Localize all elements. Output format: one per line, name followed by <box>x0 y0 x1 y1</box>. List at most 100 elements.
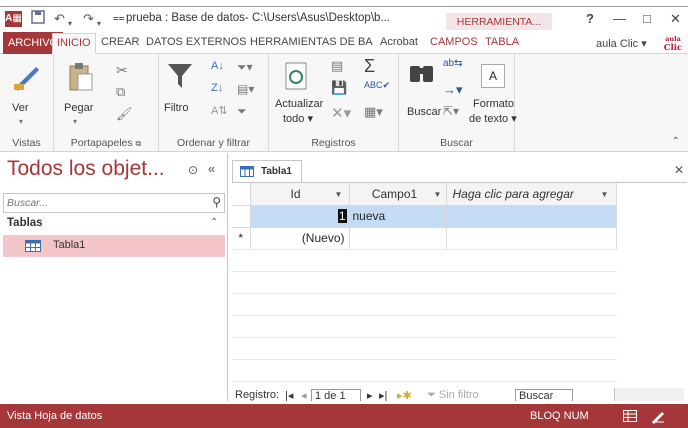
group-label-vistas: Vistas <box>12 137 41 149</box>
nav-group-collapse-icon[interactable]: ⌃ <box>210 217 218 228</box>
cell-campo1[interactable]: nueva <box>349 205 447 228</box>
nav-group-tablas[interactable]: Tablas <box>7 217 43 229</box>
design-view-icon[interactable] <box>650 408 666 424</box>
nav-search-input[interactable] <box>4 194 199 212</box>
paste-dropdown-icon[interactable]: ▾ <box>73 117 77 126</box>
column-dropdown-icon[interactable]: ▼ <box>434 190 442 199</box>
tab-crear[interactable]: CREAR <box>97 33 144 54</box>
navigation-pane: Todos los objet... ⊙ « ⚲ Tablas ⌃ Tabla1 <box>0 153 228 401</box>
datasheet-empty-area <box>232 249 617 387</box>
tab-acrobat[interactable]: Acrobat <box>376 33 422 54</box>
cell-add-field[interactable] <box>446 227 617 250</box>
sort-ascending-icon[interactable]: A↓ <box>211 60 224 72</box>
no-filter-icon: ⏷ <box>427 389 436 401</box>
replace-icon[interactable]: ab⇆ <box>443 58 463 69</box>
user-account[interactable]: aula Clic ▾ <box>596 37 647 50</box>
view-button[interactable] <box>12 62 42 95</box>
filter-label[interactable]: Filtro <box>164 102 188 114</box>
document-area: Tabla1 ✕ Id ▼ Campo1 ▼ Haga clic para agre… <box>229 153 688 404</box>
maximize-button[interactable]: □ <box>643 10 651 28</box>
column-header-campo1[interactable]: Campo1 ▼ <box>349 183 447 206</box>
cut-icon[interactable]: ✂ <box>116 62 128 79</box>
save-icon[interactable] <box>31 10 45 29</box>
format-painter-icon[interactable]: 🖌 <box>116 106 133 122</box>
tab-campos[interactable]: CAMPOS <box>426 33 482 54</box>
row-selector[interactable] <box>232 205 251 228</box>
find-label[interactable]: Buscar <box>407 106 441 118</box>
ribbon-tabs: ARCHIVO INICIO CREAR DATOS EXTERNOS HERR… <box>0 30 688 54</box>
tab-inicio[interactable]: INICIO <box>52 33 96 54</box>
column-dropdown-icon[interactable]: ▼ <box>335 190 343 199</box>
table-row-new[interactable]: * (Nuevo) <box>232 227 617 250</box>
paste-label[interactable]: Pegar <box>64 102 93 114</box>
title-bar: A▦ ↶ ▾ ↷ ▾ ⩵ prueba : Base de datos- C:\… <box>0 6 688 31</box>
nav-pane-title[interactable]: Todos los objet... <box>7 157 165 181</box>
select-icon[interactable]: ⇱▾ <box>443 104 459 118</box>
nav-item-tabla1[interactable]: Tabla1 <box>3 235 225 257</box>
view-dropdown-icon[interactable]: ▾ <box>19 117 23 126</box>
delete-record-icon[interactable]: ✕▾ <box>331 104 351 122</box>
text-format-label-2-text: de texto <box>469 113 509 125</box>
spelling-icon[interactable]: ABC✔ <box>364 80 390 91</box>
text-format-icon[interactable]: A <box>481 64 505 88</box>
cell-id[interactable]: 1 <box>250 205 350 228</box>
toggle-filter-icon[interactable]: ⏷ <box>237 104 247 119</box>
close-document-icon[interactable]: ✕ <box>674 163 684 177</box>
nav-menu-dropdown-icon[interactable]: ⊙ <box>188 163 198 177</box>
refresh-all-label[interactable]: Actualizar <box>275 98 323 110</box>
tab-herramientas[interactable]: HERRAMIENTAS DE BA <box>246 33 377 54</box>
shutter-bar-close-icon[interactable]: « <box>208 161 215 176</box>
view-label[interactable]: Ver <box>12 102 29 114</box>
select-all-corner[interactable] <box>232 183 251 206</box>
minimize-button[interactable]: — <box>613 10 626 28</box>
redo-icon[interactable]: ↷ <box>83 10 94 28</box>
cell-campo1[interactable] <box>349 227 447 250</box>
horizontal-scrollbar[interactable] <box>614 388 684 402</box>
undo-icon[interactable]: ↶ <box>54 10 65 28</box>
tab-datos-externos[interactable]: DATOS EXTERNOS <box>142 33 250 54</box>
datasheet-view-icon[interactable] <box>622 408 638 424</box>
sort-descending-icon[interactable]: Z↓ <box>211 82 223 94</box>
close-button[interactable]: ✕ <box>670 10 681 28</box>
group-label-registros: Registros <box>311 137 356 149</box>
new-record-icon[interactable]: ▤ <box>331 58 343 74</box>
tab-tabla1[interactable]: Tabla1 <box>232 160 302 182</box>
collapse-ribbon-icon[interactable]: ⌃ <box>672 136 680 147</box>
advanced-filter-icon[interactable]: ▤▾ <box>237 82 254 96</box>
clear-sort-icon[interactable]: A⇅ <box>211 104 228 117</box>
cell-add-field[interactable] <box>446 205 617 228</box>
datasheet: Id ▼ Campo1 ▼ Haga clic para agregar ▼ 1 nu… <box>232 182 687 389</box>
customize-qat-icon[interactable]: ⩵ <box>113 10 124 28</box>
paste-icon[interactable] <box>68 62 94 95</box>
context-tab-title: HERRAMIENTA... <box>446 13 552 31</box>
text-format-label-2[interactable]: de texto ▾ <box>469 112 517 125</box>
copy-icon[interactable]: ⧉ <box>116 84 125 100</box>
portapapeles-label: Portapapeles <box>70 137 133 149</box>
go-to-icon[interactable]: →▾ <box>443 82 463 98</box>
dialog-launcher-icon[interactable]: ⧉ <box>136 139 142 148</box>
selection-filter-icon[interactable]: ⏷▾ <box>237 60 253 75</box>
find-icon[interactable] <box>409 60 435 89</box>
filter-icon[interactable] <box>167 62 193 93</box>
refresh-all-label-2[interactable]: todo ▾ <box>283 112 313 125</box>
search-icon[interactable]: ⚲ <box>212 195 221 209</box>
column-header-id[interactable]: Id ▼ <box>250 183 350 206</box>
record-label: Registro: <box>235 389 280 401</box>
column-dropdown-icon[interactable]: ▼ <box>601 190 609 199</box>
table-row[interactable]: 1 nueva <box>232 205 617 228</box>
new-record-marker[interactable]: * <box>232 227 251 250</box>
save-record-icon[interactable]: 💾 <box>331 80 347 96</box>
refresh-all-label-2-text: todo <box>283 113 305 125</box>
svg-text:Clic: Clic <box>664 43 682 52</box>
cell-id[interactable]: (Nuevo) <box>250 227 350 250</box>
refresh-all-icon[interactable] <box>285 62 309 93</box>
access-app-icon[interactable]: A▦ <box>5 11 22 27</box>
totals-icon[interactable]: Σ <box>364 56 375 77</box>
help-button[interactable]: ? <box>586 10 594 28</box>
tab-tabla[interactable]: TABLA <box>481 33 523 54</box>
column-header-add-field[interactable]: Haga clic para agregar ▼ <box>446 183 617 206</box>
table-icon <box>240 166 254 180</box>
more-icon[interactable]: ▦▾ <box>364 104 383 120</box>
text-format-label[interactable]: Formato <box>473 98 514 110</box>
group-ordenar: Filtro A↓ Z↓ A⇅ ⏷▾ ▤▾ ⏷ Ordenar y filtra… <box>159 54 269 152</box>
